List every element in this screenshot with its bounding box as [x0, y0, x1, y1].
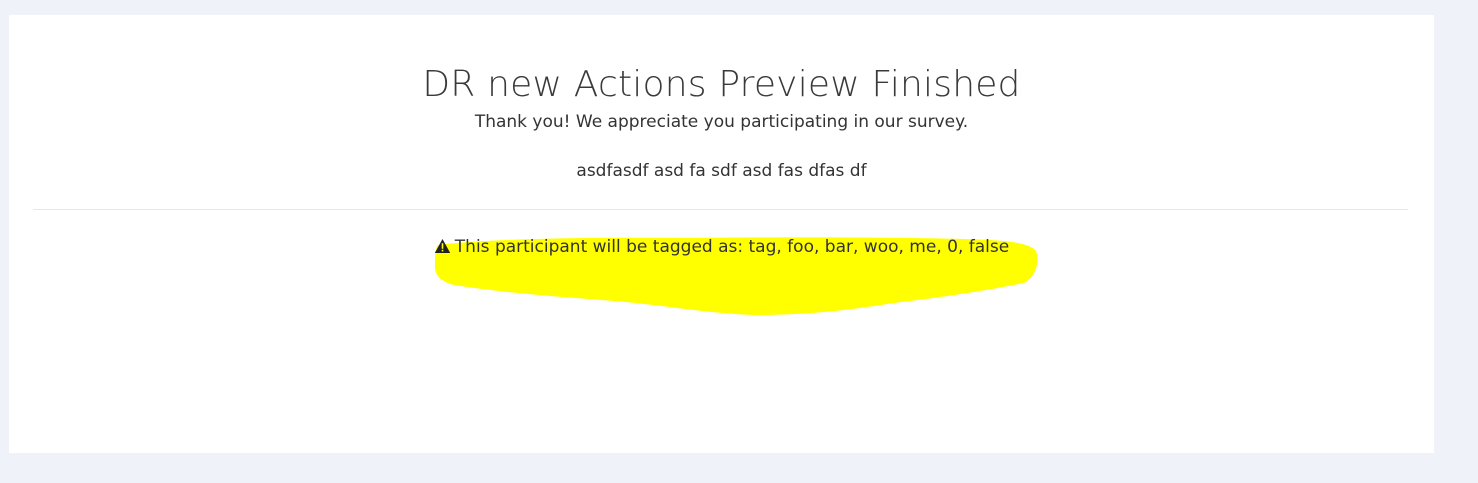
- survey-finished-card: DR new Actions Preview Finished Thank yo…: [9, 15, 1434, 453]
- thank-you-message: Thank you! We appreciate you participati…: [474, 112, 969, 132]
- tag-notice: This participant will be tagged as: tag,…: [9, 237, 1434, 259]
- warning-triangle-icon: [434, 238, 451, 259]
- divider: [33, 209, 1408, 210]
- page-title: DR new Actions Preview Finished: [422, 64, 1021, 105]
- custom-end-text: asdfasdf asd fa sdf asd fas dfas df: [576, 161, 867, 181]
- tag-notice-text: This participant will be tagged as: tag,…: [454, 237, 1010, 257]
